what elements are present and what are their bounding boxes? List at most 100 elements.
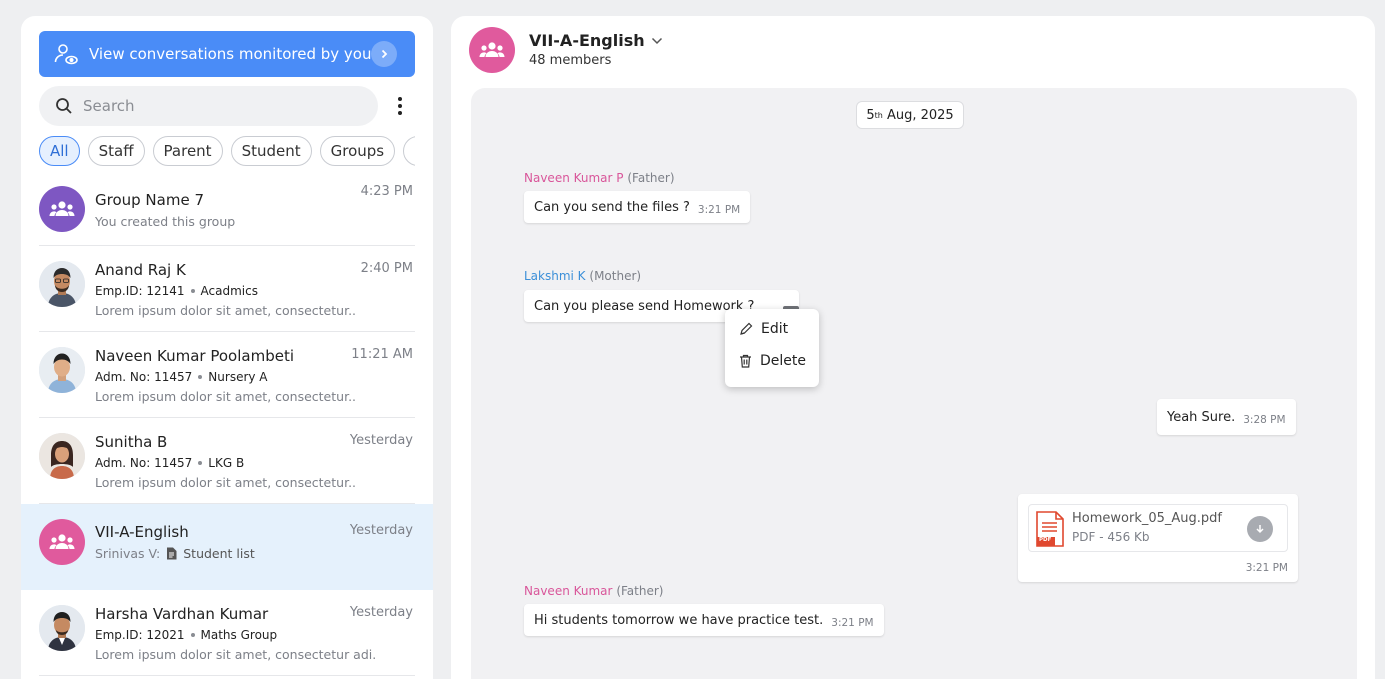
file-attachment: PDF Homework_05_Aug.pdf PDF - 456 Kb bbox=[1028, 504, 1288, 552]
conversation-time: Yesterday bbox=[349, 433, 413, 448]
class-label: LKG B bbox=[208, 456, 245, 470]
conversation-list-panel: View conversations monitored by you All … bbox=[21, 16, 433, 679]
conversation-preview: Lorem ipsum dolor sit amet, consectetur.… bbox=[95, 389, 355, 404]
separator-dot bbox=[198, 375, 203, 379]
message-bubble[interactable]: Hi students tomorrow we have practice te… bbox=[524, 604, 884, 636]
chat-group-avatar bbox=[469, 27, 515, 73]
conversation-preview: You created this group bbox=[95, 214, 236, 229]
file-name: Homework_05_Aug.pdf bbox=[1072, 511, 1222, 526]
monitor-button-label: View conversations monitored by you bbox=[89, 45, 372, 63]
message-area: 5th Aug, 2025 Naveen Kumar P (Father) Ca… bbox=[471, 88, 1357, 679]
message-sender: Naveen Kumar P (Father) bbox=[524, 171, 675, 185]
preview-file: Student list bbox=[183, 546, 255, 561]
group-label: Acadmics bbox=[200, 284, 258, 298]
chevron-down-icon bbox=[651, 37, 662, 44]
conversation-preview: Srinivas V: Student list bbox=[95, 546, 355, 561]
document-icon bbox=[167, 547, 177, 560]
avatar bbox=[39, 433, 85, 479]
date-separator: 5th Aug, 2025 bbox=[856, 101, 964, 129]
message-sender: Lakshmi K (Mother) bbox=[524, 269, 641, 283]
file-size: PDF - 456 Kb bbox=[1072, 530, 1150, 544]
conversation-list: Group Name 7 You created this group 4:23… bbox=[21, 176, 433, 676]
chat-title: VII-A-English bbox=[529, 31, 645, 50]
message-bubble[interactable]: Can you send the files ? 3:21 PM bbox=[524, 191, 751, 223]
date-suffix: th bbox=[874, 110, 883, 120]
conversation-name: Harsha Vardhan Kumar bbox=[95, 605, 269, 623]
download-icon[interactable] bbox=[1247, 516, 1273, 542]
conversation-time: 4:23 PM bbox=[360, 184, 413, 199]
menu-item-edit[interactable]: Edit bbox=[739, 321, 788, 337]
sender-name: Naveen Kumar bbox=[524, 584, 613, 598]
admission-number: Adm. No: 11457 bbox=[95, 370, 193, 384]
view-monitored-conversations-button[interactable]: View conversations monitored by you bbox=[39, 31, 415, 77]
date-rest: Aug, 2025 bbox=[882, 107, 954, 123]
conversation-preview: Lorem ipsum dolor sit amet, consectetur.… bbox=[95, 303, 355, 318]
filter-chip-student[interactable]: Student bbox=[230, 136, 312, 166]
pencil-icon bbox=[740, 322, 753, 335]
message-text: Can you send the files ? bbox=[534, 199, 690, 215]
avatar bbox=[39, 347, 85, 393]
conversation-preview: Lorem ipsum dolor sit amet, consectetur … bbox=[95, 647, 375, 662]
search-input[interactable] bbox=[83, 97, 333, 115]
menu-item-delete[interactable]: Delete bbox=[739, 353, 806, 369]
sender-relation: (Mother) bbox=[589, 269, 642, 283]
group-icon bbox=[49, 201, 75, 216]
message-context-menu: Edit Delete bbox=[725, 309, 819, 387]
preview-sender: Srinivas V: bbox=[95, 546, 161, 561]
group-icon bbox=[479, 42, 505, 57]
filter-chip-un[interactable]: Un bbox=[403, 136, 415, 166]
chat-panel: VII-A-English 48 members 5th Aug, 2025 N… bbox=[451, 16, 1375, 679]
conversation-item[interactable]: Harsha Vardhan Kumar Emp.ID: 12021 Maths… bbox=[21, 590, 433, 676]
conversation-item[interactable]: Sunitha B Adm. No: 11457 LKG B Lorem ips… bbox=[21, 418, 433, 504]
message-time: 3:21 PM bbox=[697, 203, 741, 216]
chevron-right-icon bbox=[371, 41, 397, 67]
avatar bbox=[39, 261, 85, 307]
conversation-name: Anand Raj K bbox=[95, 261, 186, 279]
message-text: Yeah Sure. bbox=[1167, 409, 1236, 425]
sender-relation: (Father) bbox=[627, 171, 675, 185]
conversation-time: Yesterday bbox=[349, 523, 413, 538]
sender-name: Lakshmi K bbox=[524, 269, 586, 283]
separator-dot bbox=[198, 461, 203, 465]
delete-label: Delete bbox=[760, 353, 806, 369]
message-bubble-outgoing[interactable]: Yeah Sure. 3:28 PM bbox=[1157, 399, 1296, 435]
conversation-meta: Emp.ID: 12021 Maths Group bbox=[95, 628, 277, 642]
pdf-badge: PDF bbox=[1039, 537, 1052, 543]
conversation-item-selected[interactable]: VII-A-English Srinivas V: Student list Y… bbox=[21, 504, 433, 590]
message-text: Hi students tomorrow we have practice te… bbox=[534, 612, 824, 628]
filter-chip-groups[interactable]: Groups bbox=[319, 136, 396, 166]
conversation-item[interactable]: Naveen Kumar Poolambeti Adm. No: 11457 N… bbox=[21, 332, 433, 418]
conversation-item[interactable]: Group Name 7 You created this group 4:23… bbox=[21, 176, 433, 246]
message-sender: Naveen Kumar (Father) bbox=[524, 584, 663, 598]
group-avatar bbox=[39, 186, 85, 232]
avatar bbox=[39, 605, 85, 651]
message-time: 3:21 PM bbox=[831, 616, 874, 629]
file-message[interactable]: PDF Homework_05_Aug.pdf PDF - 456 Kb 3:2… bbox=[1018, 494, 1298, 582]
filter-chip-all[interactable]: All bbox=[39, 136, 80, 166]
more-options-icon[interactable] bbox=[393, 94, 407, 118]
employee-id: Emp.ID: 12141 bbox=[95, 284, 185, 298]
person-avatar-icon bbox=[39, 605, 85, 651]
edit-label: Edit bbox=[761, 321, 789, 337]
conversation-item[interactable]: Anand Raj K Emp.ID: 12141 Acadmics Lorem… bbox=[21, 246, 433, 332]
person-avatar-icon bbox=[39, 261, 85, 307]
divider bbox=[39, 675, 415, 676]
separator-dot bbox=[190, 633, 195, 637]
group-avatar bbox=[39, 519, 85, 565]
class-label: Nursery A bbox=[208, 370, 268, 384]
date-day: 5 bbox=[866, 107, 875, 123]
search-bar bbox=[39, 86, 378, 126]
filter-chip-staff[interactable]: Staff bbox=[87, 136, 145, 166]
admission-number: Adm. No: 11457 bbox=[95, 456, 193, 470]
conversation-meta: Adm. No: 11457 LKG B bbox=[95, 456, 244, 470]
conversation-time: Yesterday bbox=[349, 605, 413, 620]
chat-title-dropdown[interactable]: VII-A-English bbox=[529, 31, 663, 50]
conversation-time: 11:21 AM bbox=[351, 347, 413, 362]
employee-id: Emp.ID: 12021 bbox=[95, 628, 185, 642]
group-label: Maths Group bbox=[200, 628, 278, 642]
conversation-time: 2:40 PM bbox=[360, 261, 413, 276]
filter-chip-parent[interactable]: Parent bbox=[152, 136, 223, 166]
message-time: 3:21 PM bbox=[1245, 562, 1288, 574]
sender-name: Naveen Kumar P bbox=[524, 171, 624, 185]
person-avatar-icon bbox=[39, 433, 85, 479]
